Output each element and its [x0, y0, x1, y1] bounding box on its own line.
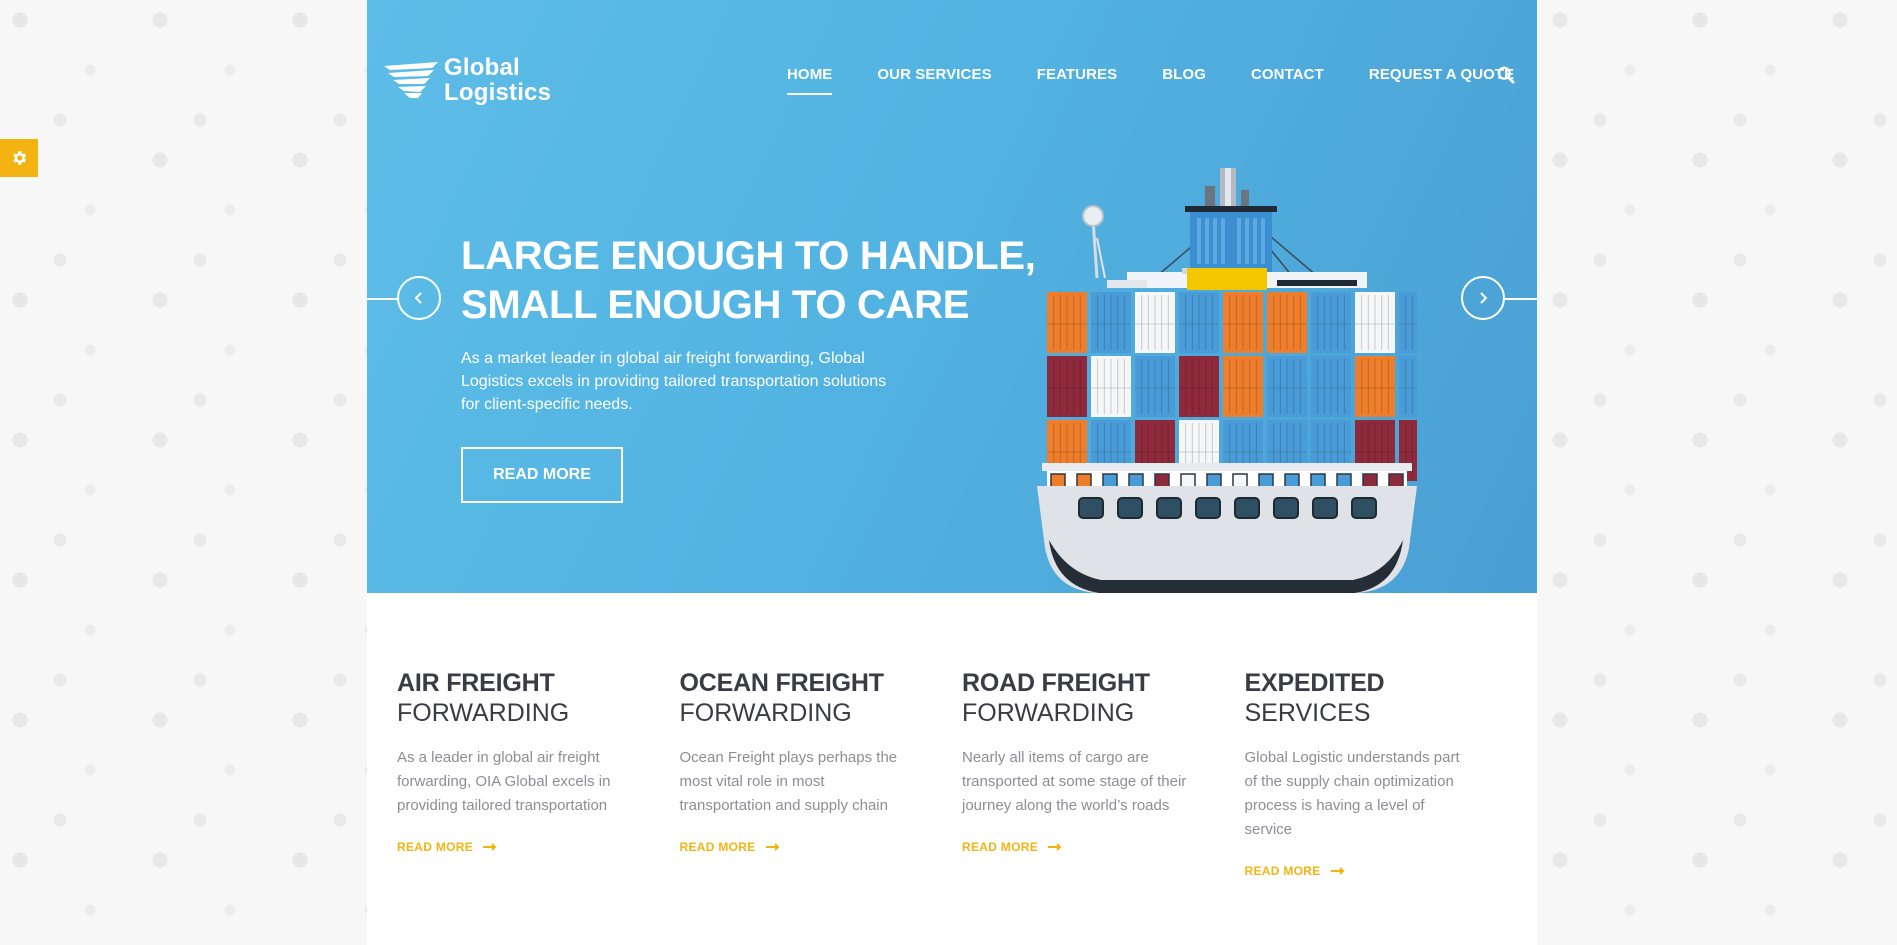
search-icon [1497, 66, 1515, 84]
arrow-right-icon [483, 843, 497, 851]
service-description: Global Logistic understands part of the … [1244, 749, 1460, 838]
service-title: AIR FREIGHT [397, 669, 555, 697]
service-read-more-link[interactable]: READ MORE [1245, 864, 1345, 878]
slider-prev-button[interactable] [397, 276, 441, 320]
service-card: ROAD FREIGHT FORWARDING Nearly all items… [962, 668, 1245, 880]
hero-title: LARGE ENOUGH TO HANDLE, SMALL ENOUGH TO … [461, 232, 1081, 330]
gear-icon [13, 151, 27, 165]
service-description: Ocean Freight plays perhaps the most vit… [679, 749, 898, 814]
next-arrow-line [1505, 298, 1537, 300]
search-button[interactable] [1497, 66, 1515, 89]
page-container: Global Logistics HOME OUR SERVICES FEATU… [367, 0, 1537, 945]
chevron-right-icon [1480, 292, 1488, 304]
service-description: Nearly all items of cargo are transporte… [962, 749, 1187, 814]
service-read-more-link[interactable]: READ MORE [397, 840, 497, 854]
service-title: EXPEDITED [1244, 669, 1385, 697]
prev-arrow-line [367, 298, 397, 300]
service-title: ROAD FREIGHT [962, 669, 1150, 697]
hero-title-line1: LARGE ENOUGH TO HANDLE, [461, 234, 1036, 278]
service-read-more-label: READ MORE [679, 840, 756, 854]
services-section: AIR FREIGHT FORWARDING As a leader in gl… [397, 668, 1527, 880]
service-card: OCEAN FREIGHT FORWARDING Ocean Freight p… [680, 668, 963, 880]
service-card: AIR FREIGHT FORWARDING As a leader in gl… [397, 668, 680, 880]
service-subtitle: FORWARDING [397, 699, 570, 727]
service-subtitle: FORWARDING [962, 699, 1135, 727]
nav-home[interactable]: HOME [787, 66, 833, 95]
service-read-more-label: READ MORE [397, 840, 474, 854]
service-subtitle: FORWARDING [679, 699, 852, 727]
service-read-more-link[interactable]: READ MORE [680, 840, 780, 854]
logo-text-line1: Global [444, 54, 520, 81]
hero-slider: Global Logistics HOME OUR SERVICES FEATU… [367, 0, 1537, 593]
service-subtitle: SERVICES [1244, 699, 1371, 727]
hero-read-more-button[interactable]: READ MORE [461, 447, 623, 503]
site-logo[interactable]: Global Logistics [382, 55, 551, 105]
service-title: OCEAN FREIGHT [679, 669, 885, 697]
settings-toggle-button[interactable] [0, 139, 38, 177]
main-nav: HOME OUR SERVICES FEATURES BLOG CONTACT … [787, 66, 1514, 95]
nav-features[interactable]: FEATURES [1037, 66, 1118, 93]
service-description: As a leader in global air freight forwar… [397, 749, 611, 814]
service-read-more-link[interactable]: READ MORE [962, 840, 1062, 854]
nav-contact[interactable]: CONTACT [1251, 66, 1324, 93]
nav-blog[interactable]: BLOG [1162, 66, 1206, 93]
service-read-more-label: READ MORE [962, 840, 1039, 854]
hero-description: As a market leader in global air freight… [461, 350, 887, 413]
arrow-right-icon [765, 843, 779, 851]
nav-request-a-quote[interactable]: REQUEST A QUOTE [1369, 66, 1514, 93]
slider-next-button[interactable] [1461, 276, 1505, 320]
service-read-more-label: READ MORE [1244, 864, 1321, 878]
cargo-ship-illustration [1037, 168, 1417, 593]
logo-text-line2: Logistics [444, 79, 552, 106]
hero-title-line2: SMALL ENOUGH TO CARE [461, 283, 970, 327]
wing-logo-icon [384, 62, 438, 98]
nav-our-services[interactable]: OUR SERVICES [877, 66, 991, 93]
arrow-right-icon [1048, 843, 1062, 851]
arrow-right-icon [1330, 867, 1344, 875]
service-card: EXPEDITED SERVICES Global Logistic under… [1245, 668, 1528, 880]
chevron-left-icon [414, 292, 422, 304]
